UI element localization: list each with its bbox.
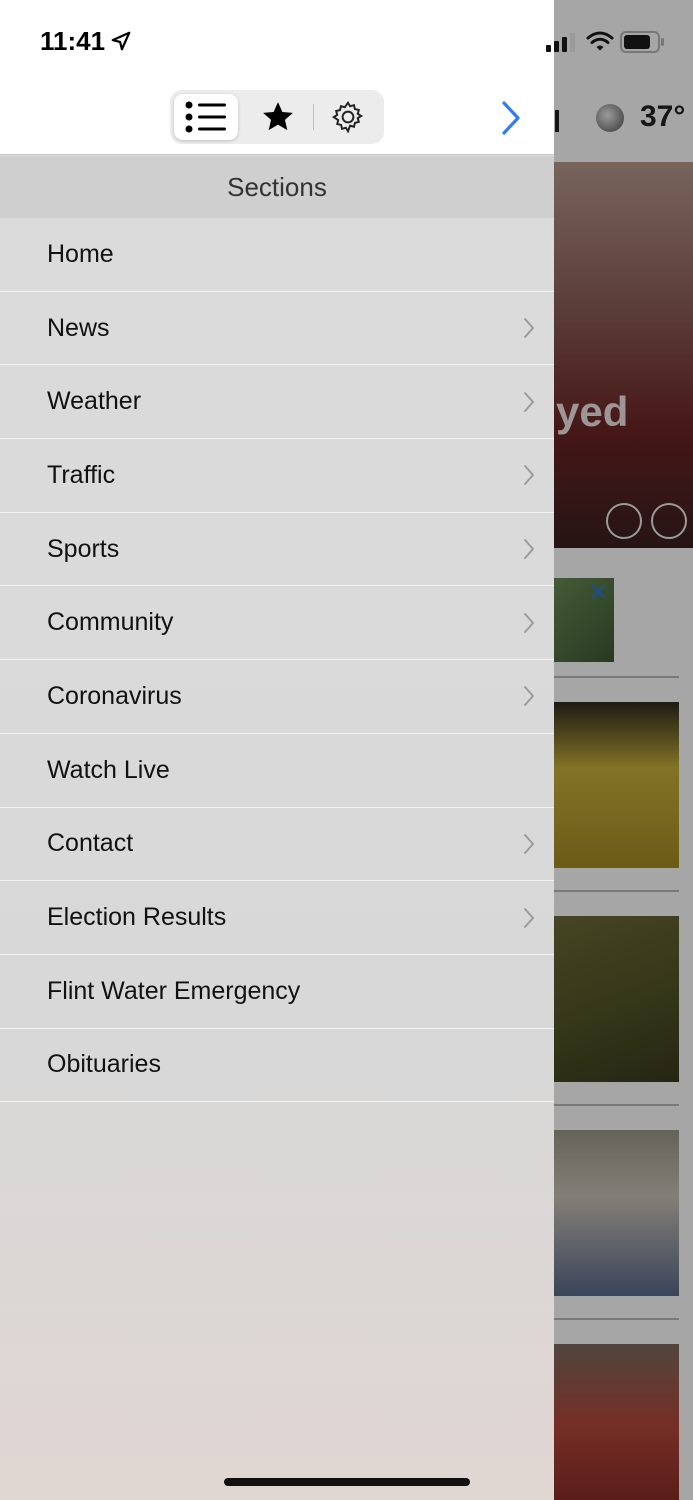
menu-item-label: Community <box>47 608 174 637</box>
segmented-control <box>170 90 384 144</box>
chevron-right-icon <box>524 686 534 707</box>
menu-item[interactable]: Sports <box>0 513 554 587</box>
battery-icon <box>620 31 664 53</box>
sections-menu: Home News Weather Traffic Sports Community Cor… <box>0 218 554 1103</box>
menu-item-label: Watch Live <box>47 755 170 784</box>
forward-button[interactable] <box>496 100 526 136</box>
menu-item-label: Obituaries <box>47 1050 161 1079</box>
menu-item-label: Coronavirus <box>47 681 182 710</box>
menu-item-label: Contact <box>47 829 134 858</box>
star-icon <box>263 102 293 131</box>
menu-item[interactable]: Traffic <box>0 439 554 513</box>
location-arrow-icon <box>111 31 131 51</box>
menu-item-label: Traffic <box>47 460 116 489</box>
signal-icon <box>546 33 575 52</box>
gear-icon <box>331 100 364 134</box>
menu-item[interactable]: Weather <box>0 365 554 440</box>
menu-item[interactable]: Contact <box>0 808 554 882</box>
chevron-right-icon <box>524 465 534 486</box>
menu-item[interactable]: News <box>0 292 554 366</box>
chevron-right-icon <box>524 907 534 928</box>
menu-item-label: Election Results <box>47 903 227 932</box>
favorites-tab[interactable] <box>246 94 310 140</box>
list-icon <box>185 101 226 133</box>
menu-item-label: Flint Water Emergency <box>47 976 301 1005</box>
chevron-right-icon <box>502 101 520 135</box>
segment-divider <box>313 104 314 130</box>
menu-item-label: Sports <box>47 534 120 563</box>
chevron-right-icon <box>524 391 534 412</box>
settings-tab[interactable] <box>316 94 380 140</box>
menu-item-label: Home <box>47 239 114 268</box>
chevron-right-icon <box>524 539 534 560</box>
menu-item-label: Weather <box>47 387 142 416</box>
menu-item[interactable]: Coronavirus <box>0 660 554 734</box>
sections-drawer: Sections Home News Weather Traffic Sports Com… <box>0 0 554 1500</box>
status-time: 11:41 <box>40 26 106 56</box>
home-indicator[interactable] <box>224 1478 470 1486</box>
menu-item-label: News <box>47 313 110 342</box>
chevron-right-icon <box>524 612 534 633</box>
sections-header: Sections <box>0 156 554 218</box>
sections-list-tab[interactable] <box>174 94 238 140</box>
wifi-icon <box>586 31 614 51</box>
menu-item[interactable]: Watch Live <box>0 734 554 808</box>
menu-item[interactable]: Election Results <box>0 881 554 955</box>
chevron-right-icon <box>524 318 534 339</box>
menu-item[interactable]: Obituaries <box>0 1029 554 1103</box>
menu-item[interactable]: Flint Water Emergency <box>0 955 554 1029</box>
chevron-right-icon <box>524 833 534 854</box>
menu-item[interactable]: Community <box>0 586 554 661</box>
menu-item[interactable]: Home <box>0 218 554 292</box>
status-bar: 11:41 <box>0 0 693 84</box>
dim-overlay[interactable] <box>554 0 693 1500</box>
